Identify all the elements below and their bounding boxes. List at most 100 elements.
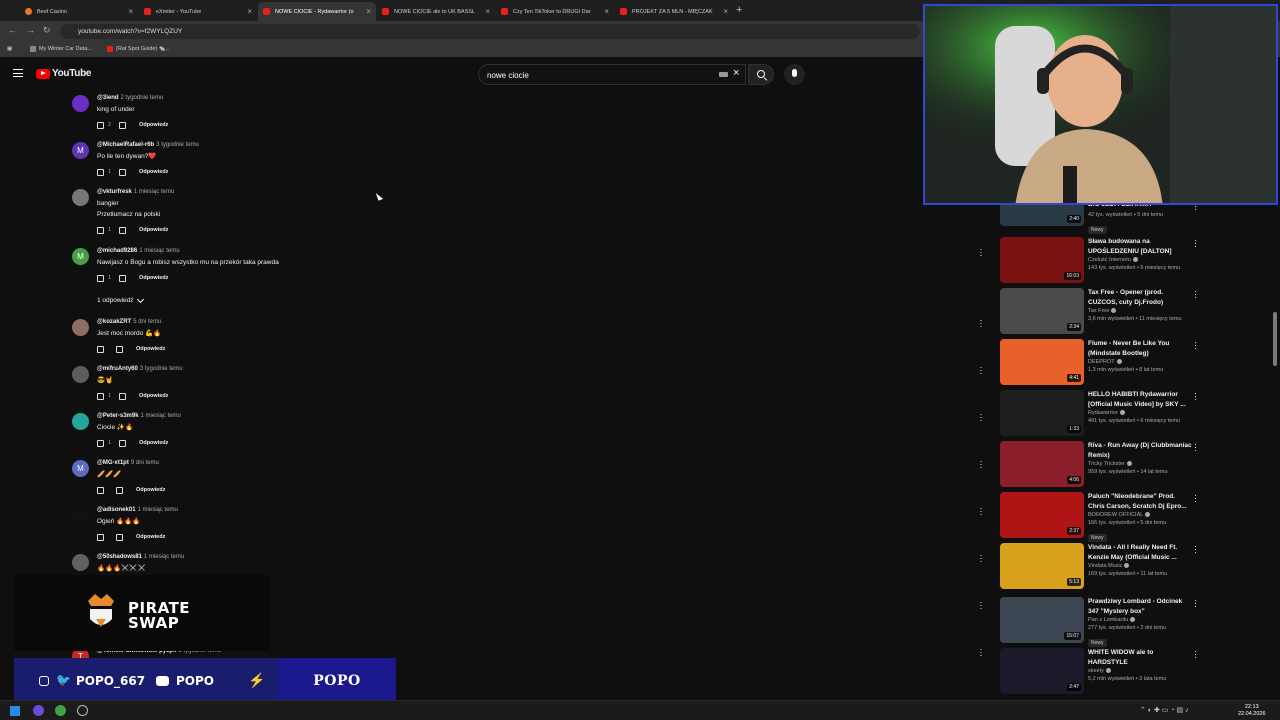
thumbs-up-icon[interactable] <box>97 533 104 541</box>
reply-button[interactable]: Odpowiedz <box>139 393 168 399</box>
video-thumbnail[interactable]: 15:07 <box>1000 597 1084 643</box>
avatar[interactable] <box>72 554 89 571</box>
reply-button[interactable]: Odpowiedz <box>136 487 165 493</box>
reply-button[interactable]: Odpowiedz <box>139 275 168 281</box>
reply-button[interactable]: Odpowiedz <box>139 169 168 175</box>
app-icon[interactable] <box>77 705 88 716</box>
back-arrow-icon[interactable]: ← <box>8 25 17 35</box>
thumbs-up-icon[interactable] <box>97 345 104 353</box>
reply-button[interactable]: Odpowiedz <box>139 440 168 446</box>
recommended-video[interactable]: 5:13 Vindata - All I Really Need Ft. Kenz… <box>1000 542 1210 589</box>
comment-author[interactable]: @michad9286 <box>97 248 137 254</box>
comment-author[interactable]: @adisonek01 <box>97 507 136 513</box>
reply-button[interactable]: Odpowiedz <box>136 534 165 540</box>
reply-button[interactable]: Odpowiedz <box>136 346 165 352</box>
url-field[interactable]: youtube.com/watch?v=f2WYLQZUY <box>60 24 920 39</box>
comment-author[interactable]: @MG-xt1pt <box>97 460 129 466</box>
more-options-icon[interactable]: ··· <box>979 551 983 566</box>
translate-link[interactable]: Przetłumacz na polski <box>97 209 457 220</box>
more-options-icon[interactable]: ··· <box>1194 338 1197 353</box>
video-thumbnail[interactable]: 2:47 <box>1000 648 1084 694</box>
channel-name[interactable]: DEEPROT <box>1088 359 1192 365</box>
thumbs-down-icon[interactable] <box>119 274 127 282</box>
thumbs-up-icon[interactable] <box>97 392 104 400</box>
tab-beef-casino[interactable]: Beef Casino × <box>20 2 138 21</box>
video-title[interactable]: Vindata - All I Really Need Ft. Kenzie M… <box>1088 543 1192 562</box>
video-thumbnail[interactable]: 5:13 <box>1000 543 1084 589</box>
comment-time[interactable]: 3 tygodnie temu <box>140 366 183 372</box>
video-title[interactable]: Paluch "Nieodebrane" Prod. Chris Carson,… <box>1088 492 1192 511</box>
more-options-icon[interactable]: ··· <box>1194 389 1197 404</box>
app-icon[interactable] <box>33 705 44 716</box>
comment-time[interactable]: 1 miesiąc temu <box>139 248 179 254</box>
recommended-video[interactable]: 2:40BIG JEDI I DZIARMA42 tys. wyświetleń… <box>1000 199 1210 236</box>
apps-grid-icon[interactable]: ▦ <box>7 46 12 52</box>
comment-author[interactable]: @50shadows81 <box>97 554 142 560</box>
comment-time[interactable]: 3 tygodnie temu <box>156 142 199 148</box>
thumbs-up-icon[interactable] <box>97 226 104 234</box>
channel-name[interactable]: Czeluść Internetu <box>1088 257 1192 263</box>
thumbs-up-icon[interactable] <box>97 439 104 447</box>
video-title[interactable]: Flume - Never Be Like You (Mindstate Boo… <box>1088 339 1192 358</box>
recommended-video[interactable]: 2:47 WHITE WIDOW ale to HARDSTYLE skeety 5,… <box>1000 647 1210 694</box>
comment-author[interactable]: @3iend <box>97 95 119 101</box>
more-options-icon[interactable]: ··· <box>1194 440 1197 455</box>
hamburger-menu-icon[interactable] <box>13 69 23 77</box>
thumbs-down-icon[interactable] <box>116 533 123 541</box>
avatar[interactable] <box>72 507 89 524</box>
video-thumbnail[interactable]: 2:34 <box>1000 288 1084 334</box>
page-scrollbar[interactable] <box>1273 312 1277 366</box>
recommended-video[interactable]: 4:06 Riva - Run Away (Dj Clubbmaniac Remi… <box>1000 440 1210 487</box>
recommended-video[interactable]: 2:37 Paluch "Nieodebrane" Prod. Chris Car… <box>1000 491 1210 542</box>
recommended-video[interactable]: 4:41 Flume - Never Be Like You (Mindstate… <box>1000 338 1210 385</box>
close-tab-icon[interactable]: × <box>128 7 133 16</box>
recommended-video[interactable]: 1:33 HELLO HABIBTI Rydawarrior [Official … <box>1000 389 1210 436</box>
forward-arrow-icon[interactable]: → <box>26 25 35 35</box>
reply-button[interactable]: Odpowiedz <box>139 122 168 128</box>
tab-exmiter[interactable]: eXmiter - YouTube × <box>139 2 257 21</box>
channel-name[interactable]: BOROREW OFFICIAL <box>1088 512 1192 518</box>
more-options-icon[interactable]: ··· <box>1194 287 1197 302</box>
close-tab-icon[interactable]: × <box>723 7 728 16</box>
reply-button[interactable]: Odpowiedz <box>139 227 168 233</box>
close-tab-icon[interactable]: × <box>247 7 252 16</box>
youtube-logo[interactable]: YouTube <box>36 68 92 79</box>
channel-name[interactable]: Vindata Music <box>1088 563 1192 569</box>
comment-time[interactable]: 1 miesiąc temu <box>144 554 184 560</box>
recommended-video[interactable]: 16:03 Sława budowana na UPOŚLEDZENIU [DAL… <box>1000 236 1210 283</box>
video-thumbnail[interactable]: 2:37 <box>1000 492 1084 538</box>
more-options-icon[interactable]: ··· <box>979 316 983 331</box>
comment-time[interactable]: 5 dni temu <box>133 319 161 325</box>
tab-projekt[interactable]: PROJEKT ZA 5 MLN - MIĘCZAK × <box>615 2 733 21</box>
search-button[interactable] <box>748 64 774 85</box>
comment-time[interactable]: 1 miesiąc temu <box>138 507 178 513</box>
thumbs-down-icon[interactable] <box>119 226 127 234</box>
close-tab-icon[interactable]: × <box>366 7 371 16</box>
thumbs-down-icon[interactable] <box>119 168 127 176</box>
avatar[interactable] <box>72 95 89 112</box>
video-thumbnail[interactable]: 16:03 <box>1000 237 1084 283</box>
channel-name[interactable]: Tax Free <box>1088 308 1192 314</box>
more-options-icon[interactable]: ··· <box>979 410 983 425</box>
channel-name[interactable]: skeety <box>1088 668 1192 674</box>
avatar[interactable] <box>72 189 89 206</box>
more-options-icon[interactable]: ··· <box>979 245 983 260</box>
more-options-icon[interactable]: ··· <box>979 645 983 660</box>
keyboard-icon[interactable] <box>719 72 728 77</box>
close-tab-icon[interactable]: × <box>485 7 490 16</box>
comment-time[interactable]: 1 miesiąc temu <box>134 189 174 195</box>
more-options-icon[interactable]: ··· <box>979 457 983 472</box>
comment-author[interactable]: @vkturfresk <box>97 189 132 195</box>
thumbs-down-icon[interactable] <box>119 121 127 129</box>
avatar[interactable]: M <box>72 142 89 159</box>
tab-tiktoker[interactable]: Czy Ten TikToker to DRUGI Dar × <box>496 2 614 21</box>
avatar[interactable] <box>72 366 89 383</box>
more-options-icon[interactable]: ··· <box>1194 236 1197 251</box>
comment-author[interactable]: @Peter-s3m9k <box>97 413 139 419</box>
more-options-icon[interactable]: ··· <box>1194 596 1197 611</box>
more-options-icon[interactable]: ··· <box>979 363 983 378</box>
clear-search-icon[interactable]: × <box>733 67 739 79</box>
bookmark-my-winter-car[interactable]: My Winter Car Data... <box>30 46 92 52</box>
thumbs-down-icon[interactable] <box>116 345 123 353</box>
comment-time[interactable]: 1 miesiąc temu <box>141 413 181 419</box>
